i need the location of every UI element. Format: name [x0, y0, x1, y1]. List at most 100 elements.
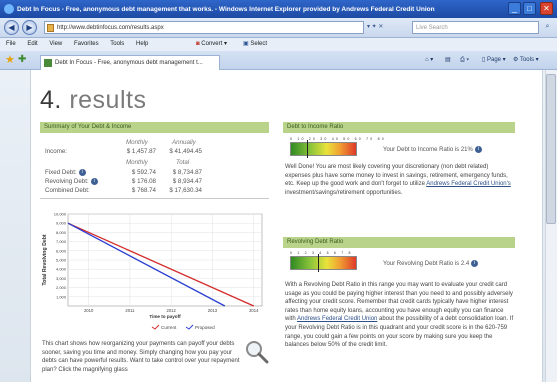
y-axis-label: Total Revolving Debt [42, 234, 48, 285]
page-menu-button[interactable]: ▯ Page ▾ [482, 55, 506, 66]
window-title-bar: Debt In Focus - Free, anonymous debt man… [0, 0, 557, 18]
revolving-result: Your Revolving Debt Ratio is 2.4 i [383, 260, 479, 268]
favorites-star-icon[interactable]: ★ [5, 54, 15, 66]
tools-gear-icon: ⚙ [513, 57, 519, 63]
tools-menu-button[interactable]: ⚙ Tools ▾ [513, 55, 539, 66]
page-icon-cmd: ▯ [482, 57, 486, 63]
y-tick-label: 3,000 [56, 276, 67, 281]
income-label: Income: [45, 148, 68, 155]
ratio-explanation: Well Done! You are most likely covering … [285, 163, 515, 197]
forward-button[interactable]: ▶ [22, 20, 37, 35]
revolving-gauge [290, 256, 357, 270]
info-icon[interactable]: i [78, 169, 86, 176]
revolving-explanation: With a Revolving Debt Ratio in this rang… [285, 281, 515, 350]
menu-file[interactable]: File [6, 41, 16, 47]
income-monthly: $ 1,457.87 [126, 148, 156, 155]
legend-label-proposed: Proposed [195, 325, 215, 330]
y-tick-label: 1,000 [56, 294, 67, 299]
ratio-gauge-ticks: 0 10 20 30 40 50 60 70 80 [290, 137, 386, 141]
income-annual: $ 41,494.45 [169, 148, 202, 155]
fixed-debt-total: $ 8,734.87 [172, 169, 202, 176]
chart-description: This chart shows how reorganizing your p… [42, 341, 240, 373]
revolving-result-text: Your Revolving Debt Ratio is 2.4 [383, 261, 470, 268]
menu-bar: File Edit View Favorites Tools Help ◙ Co… [0, 38, 557, 51]
info-icon[interactable]: i [471, 260, 479, 267]
search-input[interactable]: Live Search [412, 21, 539, 34]
fixed-debt-monthly: $ 592.74 [131, 169, 156, 176]
afcu-link[interactable]: Andrews Federal Credit Union's [426, 181, 511, 187]
y-tick-label: 8,000 [56, 230, 67, 235]
menu-help[interactable]: Help [136, 41, 148, 47]
legend-label-current: Current [161, 325, 177, 330]
revolving-needle [318, 254, 319, 272]
divider [40, 198, 269, 199]
refresh-stop-buttons[interactable]: ▾ ✦ ✕ [367, 21, 407, 34]
menu-favorites[interactable]: Favorites [74, 41, 99, 47]
menu-tools[interactable]: Tools [110, 41, 124, 47]
y-tick-label: 7,000 [56, 239, 67, 244]
page-heading-word: results [69, 86, 147, 114]
site-favicon-icon [44, 59, 52, 67]
col-monthly-1: Monthly [126, 139, 148, 146]
debt-payoff-chart: 1,000 2,000 3,000 4,000 5,000 6,000 7,000 8,000… [42, 212, 263, 330]
add-favorites-icon[interactable]: ✚ [18, 54, 26, 66]
revolving-debt-monthly: $ 176.08 [131, 178, 156, 185]
combined-debt-monthly: $ 768.74 [131, 187, 156, 194]
select-button[interactable]: ▣ Select [243, 38, 267, 51]
magnifying-glass-icon[interactable] [245, 340, 269, 364]
ratio-text-b: investment/savings/retirement opportunit… [285, 189, 403, 196]
select-label: Select [250, 41, 268, 47]
afcu-link-2[interactable]: Andrews Federal Credit Union [297, 316, 377, 322]
back-button[interactable]: ◀ [4, 20, 19, 35]
x-tick-label: 2013 [208, 308, 218, 313]
info-icon[interactable]: i [90, 178, 98, 185]
ratio-header: Debt to Income Ratio [283, 122, 515, 133]
combined-debt-label: Combined Debt: [45, 187, 90, 194]
fixed-debt-label: Fixed Debt: i [45, 169, 86, 176]
tab-title: Debt In Focus - Free, anonymous debt man… [55, 60, 203, 66]
summary-header: Summary of Your Debt & Income [40, 122, 269, 133]
tools-menu-label: Tools [519, 57, 534, 63]
window-title: Debt In Focus - Free, anonymous debt man… [17, 5, 435, 13]
pdf-icon: ◙ [196, 41, 200, 47]
y-tick-label: 6,000 [56, 248, 67, 253]
menu-view[interactable]: View [49, 41, 62, 47]
y-tick-label: 10,000 [54, 212, 67, 217]
col-monthly-2: Monthly [126, 159, 148, 166]
print-icon[interactable]: ⎙ ▾ [460, 55, 469, 66]
search-icon[interactable]: ⌕ [541, 21, 554, 34]
minimize-button[interactable]: _ [508, 2, 521, 15]
y-tick-label: 2,000 [56, 285, 67, 290]
feeds-icon[interactable]: ▤ [445, 55, 451, 66]
revolving-debt-text: Revolving Debt: [45, 178, 89, 186]
ratio-result: Your Debt to Income Ratio is 21% i [383, 146, 482, 153]
fixed-debt-text: Fixed Debt: [45, 169, 77, 177]
menu-edit[interactable]: Edit [27, 41, 37, 47]
x-axis-label: Time to payoff [149, 314, 181, 319]
x-tick-label: 2012 [167, 308, 177, 313]
home-icon[interactable]: ⌂ ▾ [425, 55, 433, 66]
tab-active[interactable]: Debt In Focus - Free, anonymous debt man… [40, 55, 220, 70]
x-tick-label: 2011 [125, 308, 135, 313]
revolving-debt-label: Revolving Debt: i [45, 178, 98, 185]
x-tick-label: 2010 [84, 308, 94, 313]
close-button[interactable]: ✕ [540, 2, 553, 15]
convert-label: Convert [201, 41, 223, 47]
ratio-needle [307, 140, 308, 158]
page-icon [47, 24, 54, 32]
ratio-gauge [290, 142, 357, 156]
maximize-button[interactable]: □ [523, 2, 536, 15]
col-annually: Annually [172, 139, 196, 146]
x-tick-label: 2014 [249, 308, 259, 313]
convert-button[interactable]: ◙ Convert ▾ [196, 38, 227, 51]
ie-logo-icon [4, 4, 14, 14]
url-input[interactable]: http://www.debtinfocus.com/results.aspx [44, 21, 364, 34]
info-icon[interactable]: i [474, 146, 482, 153]
revolving-debt-total: $ 8,934.47 [172, 178, 202, 185]
scrollbar-thumb[interactable] [546, 74, 556, 224]
revolving-header: Revolving Debt Ratio [283, 237, 515, 248]
url-text: http://www.debtinfocus.com/results.aspx [57, 25, 164, 31]
page-number: 4. [40, 86, 62, 114]
legend-swatch-current [151, 324, 160, 330]
legend-swatch-proposed [185, 324, 194, 330]
